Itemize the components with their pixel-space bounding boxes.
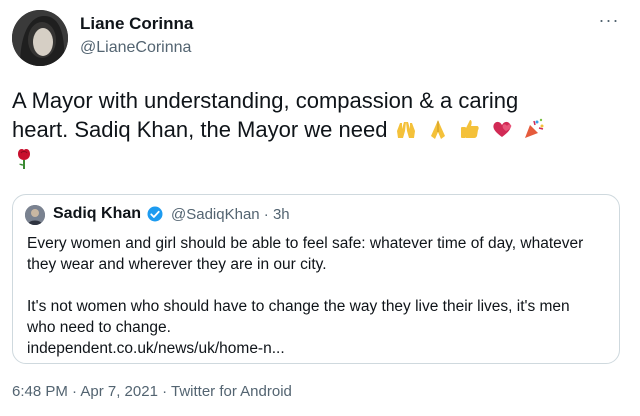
- rose-icon: [18, 149, 30, 169]
- author-name[interactable]: Liane Corinna: [80, 14, 193, 34]
- tweet-text: A Mayor with understanding, compassion &…: [12, 86, 612, 173]
- quoted-author-name[interactable]: Sadiq Khan: [53, 205, 141, 223]
- quoted-tweet-text: Every women and girl should be able to f…: [27, 233, 609, 359]
- quoted-para1-line2: they wear and wherever they are in our c…: [27, 256, 327, 273]
- quoted-handle-time[interactable]: @SadiqKhan · 3h: [171, 206, 290, 223]
- folded-hands-icon: [430, 120, 445, 139]
- tweet-card: Liane Corinna @LianeCorinna ··· A Mayor …: [0, 0, 640, 416]
- tweet-text-line1: A Mayor with understanding, compassion &…: [12, 88, 519, 113]
- quoted-paragraph-1: Every women and girl should be able to f…: [27, 233, 609, 275]
- tweet-text-line2: heart. Sadiq Khan, the Mayor we need: [12, 117, 388, 142]
- article-link[interactable]: independent.co.uk/news/uk/home-n...: [27, 340, 285, 357]
- more-options-icon[interactable]: ···: [594, 10, 624, 30]
- verified-badge-icon: [147, 206, 163, 222]
- quoted-para1-line1: Every women and girl should be able to f…: [27, 235, 584, 252]
- thumbs-up-icon: [460, 120, 479, 138]
- raising-hands-icon: [396, 122, 415, 138]
- author-avatar[interactable]: [12, 10, 68, 66]
- heart-icon: [493, 121, 512, 137]
- author-handle[interactable]: @LianeCorinna: [80, 39, 191, 57]
- emoji-row: [394, 117, 549, 142]
- quoted-para2-line2: who need to change.: [27, 319, 171, 336]
- quoted-tweet[interactable]: Sadiq Khan @SadiqKhan · 3h Every women a…: [12, 194, 620, 364]
- quoted-para2-line1: It's not women who should have to change…: [27, 298, 570, 315]
- quoted-author-avatar[interactable]: [25, 205, 45, 225]
- tweet-timestamp-source[interactable]: 6:48 PM · Apr 7, 2021 · Twitter for Andr…: [12, 383, 292, 400]
- party-popper-icon: [525, 118, 544, 138]
- quoted-paragraph-2: It's not women who should have to change…: [27, 296, 609, 359]
